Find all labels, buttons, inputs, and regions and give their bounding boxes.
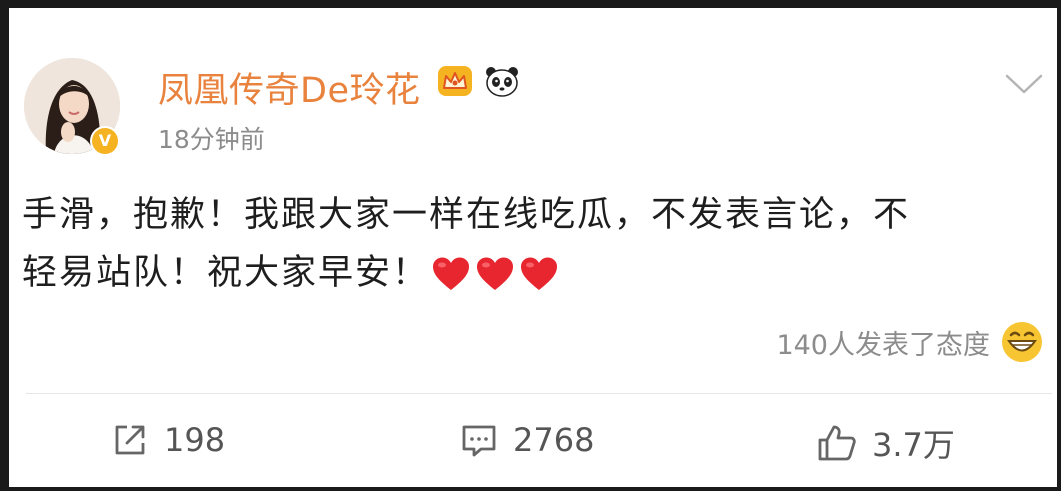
chevron-down-icon[interactable]	[1004, 72, 1044, 96]
post-text-line-1: 手滑，抱歉！我跟大家一样在线吃瓜，不发表言论，不	[22, 195, 911, 235]
grin-emoji-icon	[1002, 322, 1042, 362]
verified-v-icon: V	[92, 128, 118, 154]
repost-count: 198	[164, 421, 226, 459]
comment-icon	[462, 425, 496, 457]
screenshot-frame: V 凤凰传奇De玲花 18分钟前 手滑，抱歉！我跟大家一样在线吃瓜，不发表言论，…	[0, 0, 1061, 491]
verified-badge: V	[90, 126, 120, 156]
repost-icon	[115, 425, 145, 455]
post-text-line-2: 轻易站队！祝大家早安！	[22, 253, 430, 293]
emoji-hearts	[431, 256, 559, 292]
panda-icon[interactable]	[484, 64, 520, 98]
thumbs-up-icon	[818, 425, 856, 461]
post-text-line-2-wrap: 轻易站队！祝大家早安！	[22, 244, 1042, 302]
attitude-summary[interactable]: 140人发表了态度	[776, 320, 1044, 364]
heart-icon	[521, 257, 558, 290]
comment-button[interactable]: 2768	[459, 420, 594, 460]
post-content: 手滑，抱歉！我跟大家一样在线吃瓜，不发表言论，不 轻易站队！祝大家早安！	[22, 186, 1042, 302]
divider	[26, 393, 1052, 394]
action-bar: 198 2768 3.7万	[18, 416, 1061, 472]
user-badges	[436, 64, 520, 98]
post-timestamp: 18分钟前	[158, 125, 265, 154]
heart-icon	[477, 257, 514, 290]
crown-icon[interactable]	[436, 64, 474, 98]
like-count: 3.7万	[872, 426, 955, 464]
like-button[interactable]: 3.7万	[816, 420, 955, 466]
repost-button[interactable]: 198	[110, 420, 225, 460]
attitude-count-text: 140人发表了态度	[776, 329, 990, 361]
heart-icon	[433, 257, 470, 290]
weibo-post-card: V 凤凰传奇De玲花 18分钟前 手滑，抱歉！我跟大家一样在线吃瓜，不发表言论，…	[18, 16, 1061, 495]
comment-count: 2768	[513, 421, 595, 459]
username[interactable]: 凤凰传奇De玲花	[158, 62, 421, 113]
